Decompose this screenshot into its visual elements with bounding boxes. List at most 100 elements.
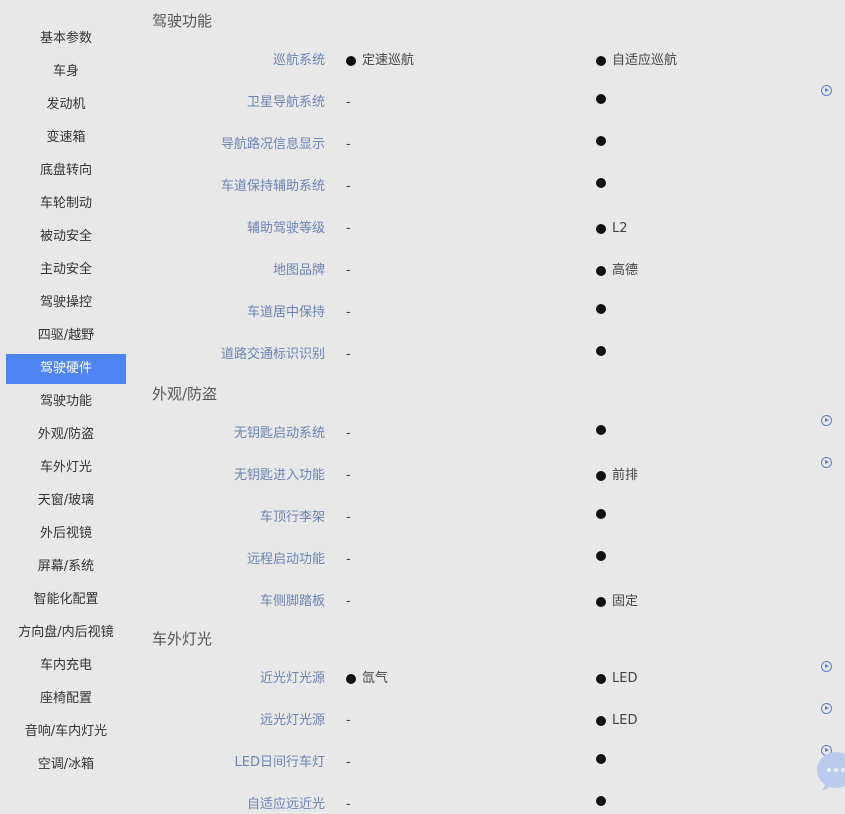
sidebar-item[interactable]: 被动安全 xyxy=(6,222,126,252)
filled-dot-icon xyxy=(596,716,606,726)
filled-dot-icon xyxy=(596,94,606,104)
spec-label: 车顶行李架 xyxy=(259,510,325,525)
play-circle-icon[interactable] xyxy=(821,457,832,468)
spec-label: LED日间行车灯 xyxy=(234,755,325,770)
chat-bubble-icon[interactable] xyxy=(816,750,845,792)
spec-label: 无钥匙进入功能 xyxy=(233,468,325,483)
section-title: 驾驶功能 xyxy=(152,12,213,30)
spec-value: - xyxy=(346,594,351,609)
sidebar-item[interactable]: 驾驶操控 xyxy=(6,288,126,318)
filled-dot-icon xyxy=(596,754,606,764)
spec-value: 氙气 xyxy=(362,671,389,686)
spec-label: 远程启动功能 xyxy=(246,552,325,567)
spec-cell: - xyxy=(346,712,351,730)
play-circle-icon[interactable] xyxy=(821,703,832,714)
sidebar-item[interactable]: 音响/车内灯光 xyxy=(6,717,126,747)
filled-dot-icon xyxy=(596,796,606,806)
sidebar-item[interactable]: 车外灯光 xyxy=(6,453,126,483)
sidebar-item[interactable]: 空调/冰箱 xyxy=(6,750,126,780)
spec-cell: - xyxy=(346,796,351,814)
spec-label: 近光灯光源 xyxy=(259,671,325,686)
spec-cell: - xyxy=(346,509,351,527)
spec-cell: - xyxy=(346,551,351,569)
sidebar-item[interactable]: 座椅配置 xyxy=(6,684,126,714)
config-page: 基本参数 车身 发动机 变速箱 底盘转向 车轮制动 被动安全 主动安全 驾驶操控 四驱/越野 驾驶硬… xyxy=(0,0,845,814)
spec-value: - xyxy=(346,305,351,320)
sidebar-item[interactable]: 天窗/玻璃 xyxy=(6,486,126,516)
filled-dot-icon xyxy=(346,56,356,66)
spec-cell: - xyxy=(346,220,351,238)
spec-cell: 定速巡航 xyxy=(346,52,414,70)
play-circle-icon[interactable] xyxy=(821,85,832,96)
spec-value: - xyxy=(346,797,351,812)
filled-dot-icon xyxy=(596,425,606,435)
sidebar-item[interactable]: 外后视镜 xyxy=(6,519,126,549)
spec-value: - xyxy=(346,468,351,483)
spec-label: 卫星导航系统 xyxy=(246,95,325,110)
spec-value: - xyxy=(346,755,351,770)
filled-dot-icon xyxy=(596,266,606,276)
sidebar-item[interactable]: 方向盘/内后视镜 xyxy=(6,618,126,648)
spec-value: - xyxy=(346,713,351,728)
spec-label: 车道居中保持 xyxy=(246,305,325,320)
sidebar-item[interactable]: 外观/防盗 xyxy=(6,420,126,450)
spec-cell: 前排 xyxy=(596,467,638,485)
spec-value: 前排 xyxy=(612,468,639,483)
filled-dot-icon xyxy=(346,674,356,684)
spec-cell: 氙气 xyxy=(346,670,388,688)
filled-dot-icon xyxy=(596,674,606,684)
sidebar-item[interactable]: 四驱/越野 xyxy=(6,321,126,351)
spec-cell: - xyxy=(346,467,351,485)
sidebar-item[interactable]: 驾驶功能 xyxy=(6,387,126,417)
spec-cell xyxy=(596,178,606,188)
spec-label: 道路交通标识识别 xyxy=(220,347,325,362)
spec-cell xyxy=(596,136,606,146)
spec-cell: 高德 xyxy=(596,262,638,280)
spec-value: - xyxy=(346,552,351,567)
spec-cell xyxy=(596,796,606,806)
sidebar-item[interactable]: 车身 xyxy=(6,57,126,87)
spec-cell: LED xyxy=(596,712,637,730)
sidebar-item[interactable]: 发动机 xyxy=(6,90,126,120)
sidebar-item[interactable]: 车轮制动 xyxy=(6,189,126,219)
spec-cell: L2 xyxy=(596,220,628,238)
spec-value: - xyxy=(346,221,351,236)
spec-cell xyxy=(596,754,606,764)
sidebar-item[interactable]: 底盘转向 xyxy=(6,156,126,186)
sidebar-item[interactable]: 车内充电 xyxy=(6,651,126,681)
spec-cell xyxy=(596,509,606,519)
sidebar-item[interactable]: 变速箱 xyxy=(6,123,126,153)
spec-value: - xyxy=(346,179,351,194)
spec-label: 辅助驾驶等级 xyxy=(246,221,325,236)
sidebar-item[interactable]: 主动安全 xyxy=(6,255,126,285)
spec-value: LED xyxy=(612,671,638,686)
spec-value: - xyxy=(346,347,351,362)
sidebar-item[interactable]: 智能化配置 xyxy=(6,585,126,615)
filled-dot-icon xyxy=(596,509,606,519)
spec-cell: - xyxy=(346,262,351,280)
spec-label: 远光灯光源 xyxy=(259,713,325,728)
spec-cell xyxy=(596,551,606,561)
spec-cell xyxy=(596,346,606,356)
spec-label: 地图品牌 xyxy=(272,263,325,278)
spec-label: 车道保持辅助系统 xyxy=(220,179,325,194)
spec-value: - xyxy=(346,510,351,525)
spec-value: 固定 xyxy=(612,594,639,609)
filled-dot-icon xyxy=(596,597,606,607)
play-circle-icon[interactable] xyxy=(821,661,832,672)
spec-label: 车侧脚踏板 xyxy=(259,594,325,609)
sidebar-item[interactable]: 屏幕/系统 xyxy=(6,552,126,582)
spec-cell: - xyxy=(346,754,351,772)
filled-dot-icon xyxy=(596,471,606,481)
spec-label: 导航路况信息显示 xyxy=(220,137,325,152)
filled-dot-icon xyxy=(596,304,606,314)
sidebar-item[interactable]: 驾驶硬件 xyxy=(6,354,126,384)
play-circle-icon[interactable] xyxy=(821,415,832,426)
spec-label: 无钥匙启动系统 xyxy=(233,426,325,441)
spec-value: L2 xyxy=(612,221,628,236)
spec-cell: 固定 xyxy=(596,593,638,611)
spec-cell xyxy=(596,425,606,435)
spec-cell: LED xyxy=(596,670,637,688)
sidebar-item[interactable]: 基本参数 xyxy=(6,24,126,54)
spec-cell: 自适应巡航 xyxy=(596,52,677,70)
